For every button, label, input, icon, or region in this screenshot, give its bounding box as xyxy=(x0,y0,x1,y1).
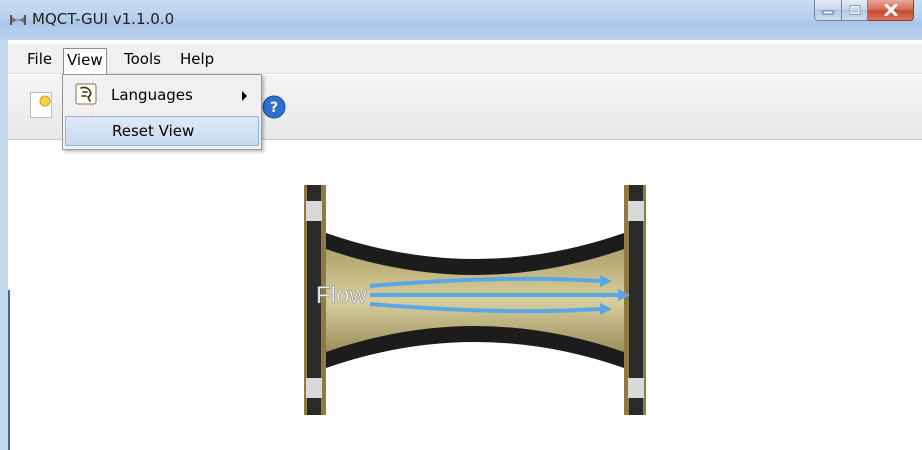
menu-view[interactable]: View xyxy=(63,48,107,74)
svg-text:?: ? xyxy=(270,100,278,116)
minimize-button[interactable] xyxy=(814,0,842,21)
close-button[interactable] xyxy=(868,0,914,21)
window-left-accent xyxy=(8,290,10,450)
new-file-icon xyxy=(39,95,51,107)
window-title: MQCT-GUI v1.1.0.0 xyxy=(32,10,175,28)
menu-tools[interactable]: Tools xyxy=(121,48,164,70)
help-icon[interactable]: ? xyxy=(262,95,286,119)
window-left-border xyxy=(0,40,8,450)
maximize-icon xyxy=(849,5,860,15)
menu-file[interactable]: File xyxy=(24,48,55,70)
menu-item-label: Reset View xyxy=(112,122,195,140)
language-icon xyxy=(75,83,97,105)
flow-label: Flow xyxy=(316,282,367,309)
flow-meter-diagram: Flow xyxy=(304,185,646,415)
new-file-button[interactable] xyxy=(30,92,52,118)
menu-help[interactable]: Help xyxy=(177,48,217,70)
window-controls xyxy=(814,0,914,22)
menu-item-reset-view[interactable]: Reset View xyxy=(65,116,259,146)
maximize-button[interactable] xyxy=(842,0,868,21)
submenu-arrow-icon xyxy=(242,91,247,101)
app-icon xyxy=(10,15,26,25)
menu-item-label: Languages xyxy=(111,86,193,104)
title-bar: MQCT-GUI v1.1.0.0 xyxy=(0,0,922,40)
menu-bar: File View Tools Help xyxy=(8,44,922,74)
close-icon xyxy=(884,4,897,16)
minimize-icon xyxy=(822,10,834,15)
